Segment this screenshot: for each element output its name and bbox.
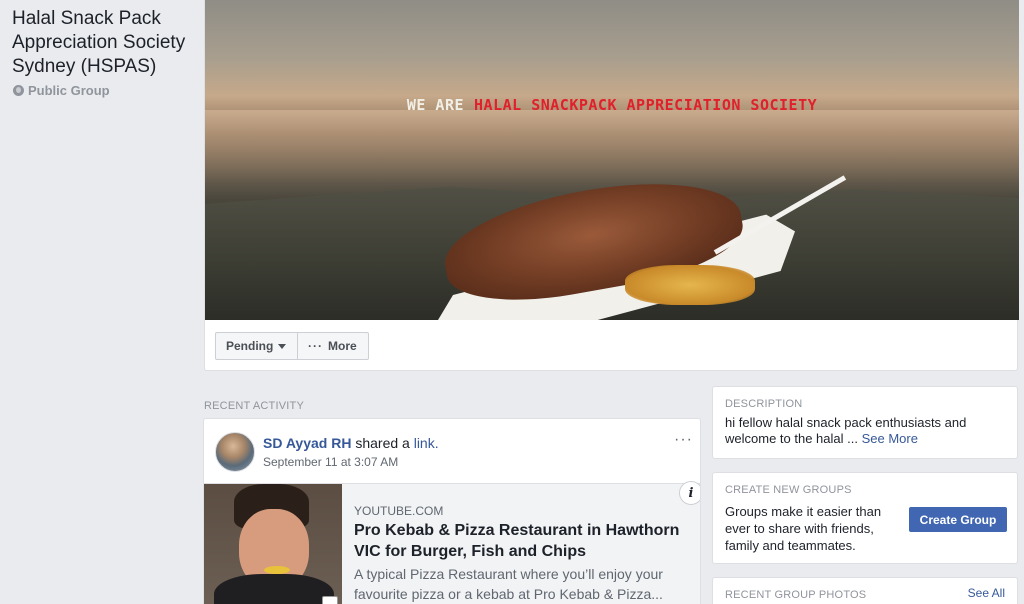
more-label: More: [328, 339, 357, 353]
cover-photo[interactable]: WE ARE HALAL SNACKPACK APPRECIATION SOCIE…: [205, 0, 1019, 320]
more-button[interactable]: ··· More: [297, 332, 369, 360]
cover-card: WE ARE HALAL SNACKPACK APPRECIATION SOCIE…: [204, 0, 1019, 371]
post-card: SD Ayyad RH shared a link. September 11 …: [203, 418, 701, 604]
cover-banner-text: WE ARE HALAL SNACKPACK APPRECIATION SOCIE…: [205, 96, 1019, 114]
post-header: SD Ayyad RH shared a link.: [263, 435, 439, 451]
post-action-text: shared a: [355, 435, 410, 451]
group-privacy: Public Group: [13, 83, 110, 98]
post-timestamp[interactable]: September 11 at 3:07 AM: [263, 455, 398, 469]
post-author-link[interactable]: SD Ayyad RH: [263, 435, 351, 451]
recent-photos-heading: RECENT GROUP PHOTOS: [725, 589, 867, 601]
avatar[interactable]: [215, 432, 255, 472]
see-all-link[interactable]: See All: [968, 586, 1005, 600]
post-link-word[interactable]: link.: [414, 435, 439, 451]
globe-icon: [13, 85, 24, 96]
ellipsis-icon: ···: [308, 339, 323, 353]
description-card: DESCRIPTION hi fellow halal snack pack e…: [712, 386, 1018, 459]
recent-photos-card: RECENT GROUP PHOTOS See All: [712, 577, 1018, 604]
banner-red-text: HALAL SNACKPACK APPRECIATION SOCIETY: [474, 96, 818, 114]
see-more-link[interactable]: See More: [862, 431, 918, 446]
info-icon[interactable]: i: [679, 481, 700, 505]
recent-activity-heading: RECENT ACTIVITY: [204, 400, 304, 412]
privacy-label: Public Group: [28, 83, 110, 98]
link-description: A typical Pizza Restaurant where you’ll …: [354, 566, 663, 602]
link-title[interactable]: Pro Kebab & Pizza Restaurant in Hawthorn…: [354, 520, 694, 562]
link-thumbnail[interactable]: [204, 484, 342, 604]
create-groups-card: CREATE NEW GROUPS Groups make it easier …: [712, 472, 1018, 564]
description-body: hi fellow halal snack pack enthusiasts a…: [725, 415, 967, 446]
link-domain: YOUTUBE.COM: [354, 504, 444, 518]
post-options-icon[interactable]: ···: [674, 431, 693, 449]
group-info-column: Halal Snack Pack Appreciation Society Sy…: [0, 0, 203, 604]
description-heading: DESCRIPTION: [725, 398, 803, 410]
link-preview[interactable]: YOUTUBE.COM Pro Kebab & Pizza Restaurant…: [204, 483, 700, 604]
pending-button[interactable]: Pending: [215, 332, 298, 360]
group-title[interactable]: Halal Snack Pack Appreciation Society Sy…: [12, 7, 202, 79]
youtube-play-icon: [322, 596, 338, 604]
create-groups-text: Groups make it easier than ever to share…: [725, 504, 882, 553]
create-groups-heading: CREATE NEW GROUPS: [725, 484, 852, 496]
banner-white-text: WE ARE: [406, 96, 465, 114]
create-group-button[interactable]: Create Group: [909, 507, 1007, 532]
caret-down-icon: [278, 343, 287, 349]
pending-label: Pending: [226, 339, 274, 353]
description-text: hi fellow halal snack pack enthusiasts a…: [725, 415, 1010, 447]
